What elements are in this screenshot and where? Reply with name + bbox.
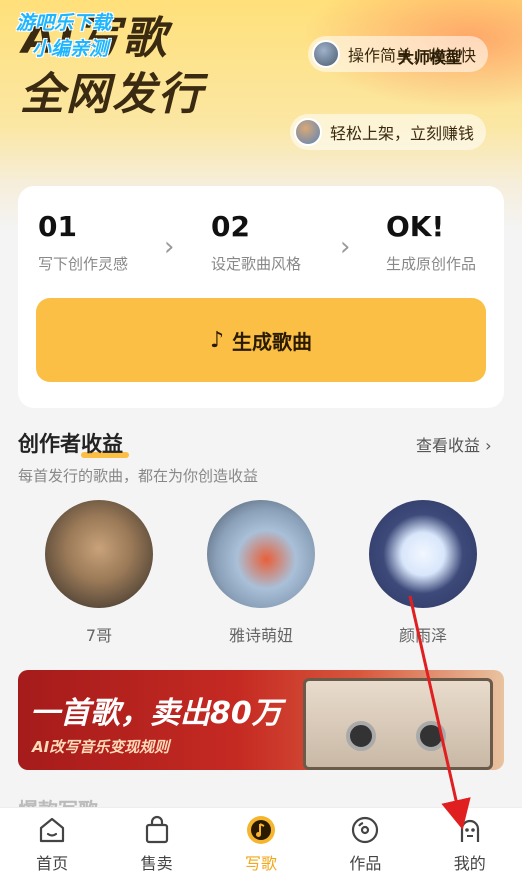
step-description: 写下创作灵感 [38, 255, 129, 273]
tab-label: 首页 [36, 854, 69, 873]
creator-name: 7哥 [85, 626, 113, 645]
cassette-reel [416, 721, 446, 751]
bottom-tab-bar: 首页 售卖 写歌 作品 我的 [0, 808, 522, 880]
generate-song-label: 生成歌曲 [232, 329, 313, 354]
chevron-right-icon: › [164, 232, 175, 262]
banner-subtext: AI改写音乐变现规则 [32, 738, 170, 756]
music-note-icon [246, 816, 275, 844]
creator-name: 雅诗萌妞 [228, 626, 293, 645]
step-3: OK! 生成原创作品 [386, 210, 476, 274]
avatar [294, 118, 322, 146]
cassette-reel [346, 721, 376, 751]
section-subtitle: 每首发行的歌曲，都在为你创造收益 [18, 467, 259, 485]
create-steps-card: 01 写下创作灵感 › 02 设定歌曲风格 › OK! 生成原创作品 ♪ 生成歌… [18, 186, 504, 408]
chevron-right-icon: › [485, 436, 492, 455]
creator-item[interactable]: 颜雨泽 [368, 500, 478, 646]
hero-badge-1: 操作简单，收益快 大师模型 [308, 36, 489, 72]
music-note-icon: ♪ [209, 327, 225, 353]
shopping-bag-icon [145, 815, 168, 844]
creator-name: 颜雨泽 [398, 626, 447, 645]
tab-sell[interactable]: 售卖 [117, 814, 197, 874]
tab-label: 写歌 [244, 854, 277, 873]
view-earnings-link[interactable]: 查看收益 › [416, 432, 492, 456]
chevron-right-icon: › [340, 232, 351, 262]
section-title: 创作者收益 [18, 428, 123, 458]
tab-works[interactable]: 作品 [325, 814, 405, 874]
view-earnings-label: 查看收益 [416, 436, 481, 455]
tab-home[interactable]: 首页 [12, 814, 92, 874]
profile-face-icon [460, 819, 479, 842]
step-number: OK! [386, 210, 445, 243]
hero-badge-overlap-text: 大师模型 [398, 48, 463, 67]
avatar [312, 40, 340, 68]
step-1: 01 写下创作灵感 [38, 210, 128, 274]
banner-headline: 一首歌，卖出80万 [30, 696, 282, 731]
creator-item[interactable]: 7哥 [44, 500, 154, 646]
watermark: 游吧乐下载 小编亲测 [16, 10, 111, 62]
cassette-image [303, 678, 493, 770]
step-description: 设定歌曲风格 [211, 255, 302, 273]
hero-title-line2: 全网发行 [20, 69, 204, 120]
section-title-part1: 创作者 [18, 432, 81, 456]
creator-avatar [369, 500, 477, 608]
home-icon [40, 817, 65, 843]
tab-label: 我的 [453, 854, 486, 873]
promo-banner[interactable]: 一首歌，卖出80万 AI改写音乐变现规则 [18, 670, 504, 770]
generate-song-button[interactable]: ♪ 生成歌曲 [36, 298, 486, 382]
hero-badge-2-text: 轻松上架，立刻赚钱 [330, 124, 475, 143]
tab-label: 作品 [349, 854, 382, 873]
tab-mine[interactable]: 我的 [430, 814, 510, 874]
creator-avatar [45, 500, 153, 608]
disc-icon [352, 816, 379, 844]
step-number: 01 [38, 210, 77, 243]
tab-label: 售卖 [140, 854, 173, 873]
watermark-line1: 游吧乐下载 [16, 12, 112, 34]
hero-badge-2: 轻松上架，立刻赚钱 [290, 114, 487, 150]
step-2: 02 设定歌曲风格 [211, 210, 301, 274]
step-description: 生成原创作品 [386, 255, 477, 273]
creator-avatar [207, 500, 315, 608]
creator-item[interactable]: 雅诗萌妞 [206, 500, 316, 646]
section-title-highlight: 收益 [81, 432, 123, 456]
watermark-line2: 小编亲测 [32, 38, 109, 60]
step-number: 02 [211, 210, 250, 243]
tab-write-song[interactable]: 写歌 [221, 814, 301, 874]
